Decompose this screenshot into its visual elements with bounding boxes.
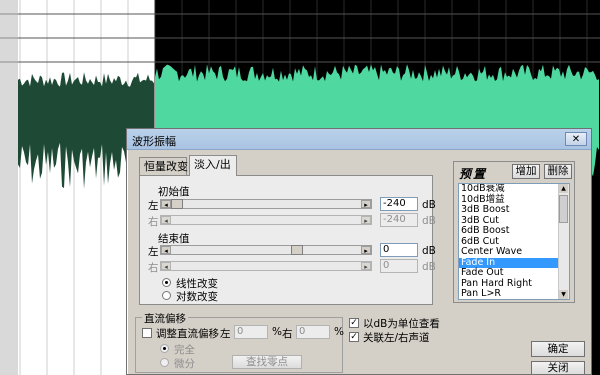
partial-radio[interactable] xyxy=(160,358,169,367)
tab-constant-change[interactable]: 恒量改变 xyxy=(139,157,188,176)
preset-item[interactable]: Pan L>R xyxy=(459,288,569,299)
adjust-dc-label: 调整直流偏移 xyxy=(156,328,219,340)
scroll-thumb[interactable] xyxy=(559,195,568,223)
percent-label: % xyxy=(334,326,344,338)
linear-radio[interactable] xyxy=(162,278,171,287)
scroll-down-icon[interactable]: ▼ xyxy=(559,290,568,299)
presets-scrollbar[interactable]: ▲ ▼ xyxy=(558,184,569,299)
preset-item[interactable]: 3dB Boost xyxy=(459,204,569,216)
presets-panel: 预置 增加 删除 10dB衰减 10dB增益 3dB Boost 3dB Cut 6dB… xyxy=(453,161,575,303)
final-right-label: 右 xyxy=(148,262,159,274)
unit-label: dB xyxy=(422,199,436,211)
link-channels-checkbox[interactable]: ✓ xyxy=(349,332,359,342)
db-units-label: 以dB为单位查看 xyxy=(363,318,440,330)
preset-item[interactable]: Center Wave xyxy=(459,246,569,258)
channel-ruler xyxy=(0,0,18,375)
fade-tab-panel: 初始值 左 ◂ ▸ -240 dB 右 ◂ ▸ -240 dB 结束值 左 ◂ … xyxy=(139,175,436,305)
delete-preset-button[interactable]: 删除 xyxy=(544,164,572,179)
slider-thumb[interactable] xyxy=(171,199,183,209)
presets-title: 预置 xyxy=(459,167,488,181)
unit-label: dB xyxy=(422,215,436,227)
tab-fade-in-out[interactable]: 淡入/出 xyxy=(189,155,237,176)
initial-left-label: 左 xyxy=(148,200,159,212)
full-radio[interactable] xyxy=(160,344,169,353)
find-zero-button[interactable]: 查找零点 xyxy=(232,355,302,369)
preset-item[interactable]: 6dB Boost xyxy=(459,225,569,237)
ok-button[interactable]: 确定 xyxy=(531,341,585,357)
percent-label: % xyxy=(272,326,282,338)
slider-left-arrow-icon[interactable]: ◂ xyxy=(161,246,171,255)
unit-label: dB xyxy=(422,245,436,257)
final-heading: 结束值 xyxy=(158,233,190,245)
slider-left-arrow-icon[interactable]: ◂ xyxy=(161,262,171,271)
close-button[interactable]: 关闭 xyxy=(531,361,585,375)
full-label: 完全 xyxy=(174,344,195,356)
final-right-input[interactable]: 0 xyxy=(380,259,418,273)
slider-right-arrow-icon[interactable]: ▸ xyxy=(361,216,371,225)
initial-right-label: 右 xyxy=(148,216,159,228)
dialog-title: 波形振幅 xyxy=(132,135,176,148)
slider-left-arrow-icon[interactable]: ◂ xyxy=(161,200,171,209)
close-icon[interactable]: ✕ xyxy=(565,132,587,146)
adjust-dc-checkbox[interactable] xyxy=(142,328,152,338)
initial-right-input[interactable]: -240 xyxy=(380,213,418,227)
db-units-checkbox[interactable]: ✓ xyxy=(349,318,359,328)
dc-left-label: 左 xyxy=(220,328,231,340)
initial-left-input[interactable]: -240 xyxy=(380,197,418,211)
slider-right-arrow-icon[interactable]: ▸ xyxy=(361,200,371,209)
log-label: 对数改变 xyxy=(176,291,218,303)
scroll-up-icon[interactable]: ▲ xyxy=(559,184,568,193)
dc-offset-title: 直流偏移 xyxy=(142,311,188,326)
dc-left-input[interactable]: 0 xyxy=(234,325,268,339)
presets-list[interactable]: 10dB衰减 10dB增益 3dB Boost 3dB Cut 6dB Boost 6dB… xyxy=(458,183,570,300)
slider-right-arrow-icon[interactable]: ▸ xyxy=(361,262,371,271)
slider-right-arrow-icon[interactable]: ▸ xyxy=(361,246,371,255)
waveform-amplitude-dialog: 波形振幅 ✕ 恒量改变 淡入/出 初始值 左 ◂ ▸ -240 dB 右 ◂ ▸… xyxy=(126,128,592,375)
partial-label: 微分 xyxy=(174,358,195,370)
dc-right-label: 右 xyxy=(282,328,293,340)
final-right-slider[interactable]: ◂ ▸ xyxy=(160,261,372,271)
initial-heading: 初始值 xyxy=(158,186,190,198)
initial-right-slider[interactable]: ◂ ▸ xyxy=(160,215,372,225)
add-preset-button[interactable]: 增加 xyxy=(512,164,540,179)
dialog-titlebar[interactable]: 波形振幅 ✕ xyxy=(127,129,591,150)
initial-left-slider[interactable]: ◂ ▸ xyxy=(160,199,372,209)
slider-left-arrow-icon[interactable]: ◂ xyxy=(161,216,171,225)
final-left-input[interactable]: 0 xyxy=(380,243,418,257)
slider-thumb[interactable] xyxy=(291,245,303,255)
link-channels-label: 关联左/右声道 xyxy=(363,332,430,344)
preset-item[interactable]: Fade Out xyxy=(459,267,569,279)
unit-label: dB xyxy=(422,261,436,273)
log-radio[interactable] xyxy=(162,291,171,300)
final-left-slider[interactable]: ◂ ▸ xyxy=(160,245,372,255)
preset-item[interactable]: 10dB衰减 xyxy=(459,184,569,195)
dc-offset-group: 直流偏移 调整直流偏移 左 0 % 右 0 % 完全 微分 查找零点 xyxy=(135,311,344,373)
final-left-label: 左 xyxy=(148,246,159,258)
dc-right-input[interactable]: 0 xyxy=(296,325,330,339)
